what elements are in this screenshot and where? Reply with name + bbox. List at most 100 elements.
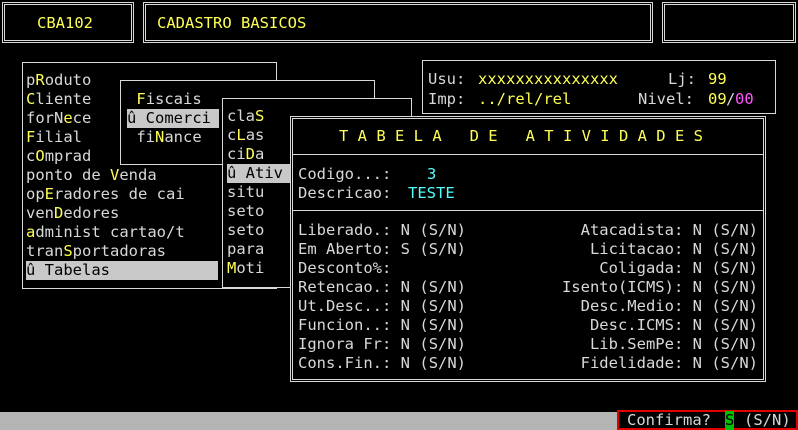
dialog-title: T A B E L A D E A T I V I D A D E S	[339, 127, 703, 145]
field-hint: (S/N)	[419, 221, 467, 239]
field-value[interactable]: S	[401, 240, 410, 258]
main-menu-item[interactable]: opEradores de cai	[26, 185, 218, 204]
menu-text-post: radores de cai	[54, 185, 185, 203]
field-hint: (S/N)	[711, 259, 758, 277]
menu-hotkey: R	[35, 71, 45, 89]
field-value[interactable]: N	[401, 297, 410, 315]
main-menu-item[interactable]: ponto de Venda	[26, 166, 218, 185]
submenu2-item[interactable]: û Ativ	[227, 164, 295, 183]
confirm-prompt: Confirma? S (S/N)	[617, 410, 798, 430]
menu-text-pre: situ	[227, 183, 265, 201]
menu-text-post: oti	[236, 259, 265, 277]
menu-text-post: oduto	[44, 71, 92, 89]
field-hint: (S/N)	[711, 297, 758, 315]
title-box: CADASTRO BASICOS	[143, 2, 653, 43]
nivel-value: 09	[708, 90, 727, 108]
nivel-label: Nivel:	[638, 90, 694, 108]
usu-value: xxxxxxxxxxxxxxx	[478, 70, 618, 88]
field-value[interactable]: N	[693, 354, 702, 372]
submenu-item[interactable]: fiNance	[127, 128, 219, 147]
field-row: Licitacao: N (S/N)	[590, 240, 758, 259]
menu-text-post: ance	[164, 128, 202, 146]
main-menu-item[interactable]: û Tabelas	[26, 261, 218, 280]
menu-hotkey: D	[54, 204, 64, 222]
menu-text-post: enda	[119, 166, 157, 184]
confirm-input[interactable]: S	[725, 411, 735, 430]
menu-text-pre: seto	[227, 221, 265, 239]
field-label: Desc.Medio:	[580, 297, 684, 315]
field-label: Coligada:	[599, 259, 684, 277]
menu-hotkey: a	[26, 223, 36, 241]
field-label: Isento(ICMS):	[561, 278, 684, 296]
menu-hotkey: L	[236, 126, 246, 144]
submenu2-item[interactable]: cLas	[227, 126, 295, 145]
main-menu-item[interactable]: administ cartao/t	[26, 223, 218, 242]
field-value[interactable]: N	[693, 297, 702, 315]
menu-text-post: liente	[35, 90, 92, 108]
menu-text-post: ce	[72, 109, 92, 127]
menu-text-pre: c	[26, 147, 36, 165]
imp-value: ../rel/rel	[478, 90, 572, 108]
menu-hotkey: O	[35, 147, 45, 165]
submenu-item[interactable]: û Comerci	[127, 109, 219, 128]
field-row: Ut.Desc..: N (S/N)	[298, 297, 466, 316]
field-value[interactable]: N	[401, 316, 410, 334]
field-value[interactable]: N	[401, 335, 410, 353]
menu-text-post: dminist cartao/t	[35, 223, 185, 241]
program-code-box: CBA102	[2, 2, 134, 43]
menu-hotkey: F	[136, 90, 146, 108]
title-divider	[293, 154, 763, 155]
field-hint: (S/N)	[711, 335, 758, 353]
submenu2-item[interactable]: Moti	[227, 259, 295, 278]
usu-label: Usu:	[428, 70, 466, 88]
header-right-box	[662, 2, 796, 43]
field-value[interactable]: N	[693, 278, 702, 296]
codigo-field[interactable]: 3	[427, 165, 436, 184]
field-value[interactable]: N	[693, 316, 702, 334]
menu-text-pre: c	[227, 126, 237, 144]
field-value[interactable]: N	[401, 278, 410, 296]
menu-text-pre: û	[127, 109, 146, 127]
menu-hotkey: M	[227, 259, 237, 277]
menu-text-post: portadoras	[72, 242, 166, 260]
field-value[interactable]: N	[693, 259, 702, 277]
menu-text-pre: ci	[227, 145, 246, 163]
menu-text-pre: û	[26, 261, 45, 279]
field-row: Ignora Fr: N (S/N)	[298, 335, 466, 354]
menu-text-pre: fi	[127, 128, 155, 146]
menu-hotkey: F	[26, 128, 36, 146]
field-value[interactable]: N	[401, 354, 410, 372]
submenu2-item[interactable]: seto	[227, 221, 295, 240]
field-label: Desconto%:	[298, 259, 392, 277]
main-menu-item[interactable]: venDedores	[26, 204, 218, 223]
confirm-label: Confirma?	[627, 411, 711, 429]
screen-title: CADASTRO BASICOS	[157, 14, 307, 32]
field-hint: (S/N)	[419, 297, 467, 315]
field-value[interactable]: N	[401, 221, 410, 239]
field-hint: (S/N)	[711, 240, 758, 258]
submenu2-item[interactable]: ciDa	[227, 145, 295, 164]
menu-hotkey: C	[145, 109, 156, 127]
menu-text-pre: ven	[26, 204, 54, 222]
menu-hotkey: S	[255, 107, 265, 125]
field-value[interactable]: N	[693, 221, 702, 239]
field-label: Licitacao:	[589, 240, 684, 258]
submenu-item[interactable]: Fiscais	[127, 90, 219, 109]
field-hint: (S/N)	[711, 221, 758, 239]
submenu2-item[interactable]: situ	[227, 183, 295, 202]
submenu2-item[interactable]: para	[227, 240, 295, 259]
menu-text-pre: seto	[227, 202, 265, 220]
menu-hotkey: T	[44, 261, 55, 279]
main-menu-item[interactable]: tranSportadoras	[26, 242, 218, 261]
descricao-field[interactable]: TESTE	[408, 184, 455, 203]
nivel-max: 00	[735, 90, 754, 108]
submenu2-item[interactable]: claS	[227, 107, 295, 126]
menu-text-pre: para	[227, 240, 265, 258]
field-value[interactable]: N	[693, 335, 702, 353]
menu-hotkey: N	[155, 128, 165, 146]
field-value[interactable]: N	[693, 240, 702, 258]
field-label: Funcion..:	[298, 316, 392, 334]
menu-text-pre: cla	[227, 107, 255, 125]
menu-text-post: edores	[63, 204, 120, 222]
submenu2-item[interactable]: seto	[227, 202, 295, 221]
